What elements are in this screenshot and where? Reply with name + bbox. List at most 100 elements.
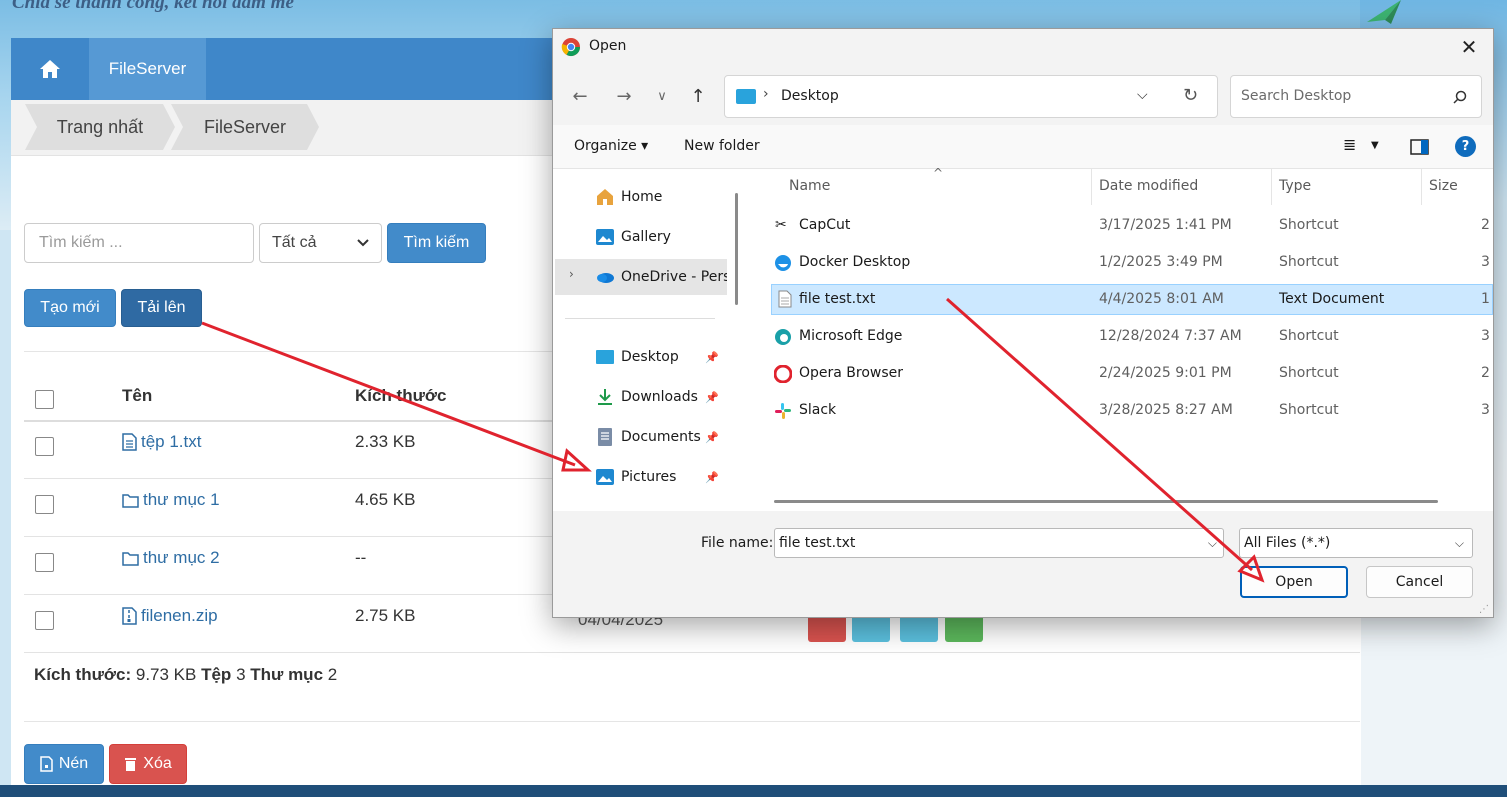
folder-summary: Kích thước: 9.73 KB Tệp 3 Thư mục 2 <box>34 665 337 685</box>
address-bar[interactable]: › Desktop ⌵ ↻ <box>724 75 1218 118</box>
row-name-text: thư mục 2 <box>143 548 220 567</box>
preview-pane-icon[interactable] <box>1410 139 1429 155</box>
nav-divider <box>565 318 715 319</box>
sort-ascending-icon: ^ <box>933 166 944 180</box>
search-input[interactable] <box>24 223 254 263</box>
back-arrow-icon[interactable]: ← <box>567 83 593 109</box>
table-row-size: -- <box>355 548 367 567</box>
file-text-icon <box>122 433 137 451</box>
file-zip-icon <box>122 607 137 625</box>
file-type-select[interactable]: All Files (*.*) ⌵ <box>1239 528 1473 558</box>
file-row-opera[interactable]: Opera Browser 2/24/2025 9:01 PM Shortcut… <box>771 359 1493 389</box>
column-separator <box>1271 169 1272 205</box>
column-header-name: Tên <box>122 386 153 405</box>
help-icon[interactable]: ? <box>1455 136 1476 157</box>
cancel-button[interactable]: Cancel <box>1366 566 1473 598</box>
nav-item-documents[interactable]: Documents 📌 <box>555 419 727 455</box>
nav-item-gallery[interactable]: Gallery <box>555 219 727 255</box>
file-row-slack[interactable]: Slack 3/28/2025 8:27 AM Shortcut 3 <box>771 396 1493 426</box>
table-row-name[interactable]: tệp 1.txt <box>122 432 201 452</box>
recent-locations-chevron-icon[interactable]: ∨ <box>649 83 675 109</box>
up-arrow-icon[interactable]: ↑ <box>685 83 711 109</box>
row-checkbox[interactable] <box>35 437 54 456</box>
summary-size-label: Kích thước: <box>34 665 132 684</box>
column-separator <box>1421 169 1422 205</box>
chevron-down-icon[interactable]: ⌵ <box>1208 536 1217 551</box>
forward-arrow-icon[interactable]: → <box>611 83 637 109</box>
table-row-name[interactable]: thư mục 1 <box>122 490 220 510</box>
table-row-name[interactable]: thư mục 2 <box>122 548 220 568</box>
file-zip-icon <box>40 756 53 772</box>
dialog-toolbar: Organize ▾ New folder ≣ ▼ ? <box>553 125 1493 169</box>
home-icon <box>597 189 613 205</box>
nav-fileserver[interactable]: FileServer <box>89 38 206 100</box>
breadcrumb-home[interactable]: Trang nhất <box>25 104 175 150</box>
col-header-date[interactable]: Date modified <box>1099 178 1198 194</box>
dialog-search-box[interactable]: Search Desktop <box>1230 75 1482 118</box>
desktop-icon <box>736 89 756 104</box>
filter-select[interactable]: Tất cả <box>259 223 382 263</box>
breadcrumb-chevron-icon: › <box>763 86 769 102</box>
summary-size-value: 9.73 KB <box>135 665 197 684</box>
pin-icon: 📌 <box>705 390 719 404</box>
compress-button[interactable]: Nén <box>24 744 104 784</box>
search-button[interactable]: Tìm kiếm <box>387 223 486 263</box>
row-name-text: tệp 1.txt <box>141 432 202 451</box>
file-name-input[interactable]: file test.txt ⌵ <box>774 528 1224 558</box>
compress-label: Nén <box>58 755 89 772</box>
pin-icon: 📌 <box>705 350 719 364</box>
file-list-scrollbar[interactable] <box>774 500 1438 503</box>
home-button[interactable] <box>11 38 89 100</box>
slack-icon <box>775 403 791 419</box>
documents-icon <box>598 428 612 446</box>
divider <box>24 721 1360 722</box>
nav-item-onedrive[interactable]: › OneDrive - Perso <box>555 259 727 295</box>
delete-label: Xóa <box>143 755 172 772</box>
pin-icon: 📌 <box>705 470 719 484</box>
dialog-address-row: ← → ∨ ↑ › Desktop ⌵ ↻ Search Desktop <box>553 65 1493 125</box>
nav-scrollbar[interactable] <box>735 193 738 305</box>
create-button[interactable]: Tạo mới <box>24 289 116 327</box>
filter-select-value: Tất cả <box>272 234 317 251</box>
edge-icon <box>775 329 791 345</box>
col-header-size[interactable]: Size <box>1429 178 1458 194</box>
delete-button[interactable]: Xóa <box>109 744 187 784</box>
row-checkbox[interactable] <box>35 495 54 514</box>
file-row-selected[interactable]: file test.txt 4/4/2025 8:01 AM Text Docu… <box>771 284 1493 315</box>
pictures-icon <box>596 469 614 485</box>
nav-item-downloads[interactable]: Downloads 📌 <box>555 379 727 415</box>
select-all-checkbox[interactable] <box>35 390 54 409</box>
search-icon <box>1453 90 1467 104</box>
open-file-dialog: Open ✕ ← → ∨ ↑ › Desktop ⌵ ↻ Search Desk… <box>552 28 1494 618</box>
view-chevron-icon[interactable]: ▼ <box>1371 140 1379 151</box>
table-row-size: 4.65 KB <box>355 490 416 509</box>
row-checkbox[interactable] <box>35 611 54 630</box>
nav-item-home[interactable]: Home <box>555 179 727 215</box>
row-checkbox[interactable] <box>35 553 54 572</box>
table-row-name[interactable]: filenen.zip <box>122 606 218 626</box>
home-icon <box>40 60 60 78</box>
upload-button[interactable]: Tải lên <box>121 289 202 327</box>
file-row-capcut[interactable]: ✂ CapCut 3/17/2025 1:41 PM Shortcut 2 <box>771 211 1493 241</box>
dialog-file-list: ^ Name Date modified Type Size ✂ CapCut … <box>753 166 1493 511</box>
refresh-icon[interactable]: ↻ <box>1183 85 1198 106</box>
col-header-name[interactable]: Name <box>789 178 830 194</box>
file-row-docker[interactable]: Docker Desktop 1/2/2025 3:49 PM Shortcut… <box>771 248 1493 278</box>
dialog-search-placeholder: Search Desktop <box>1241 88 1352 104</box>
nav-item-desktop[interactable]: Desktop 📌 <box>555 339 727 375</box>
open-button[interactable]: Open <box>1240 566 1348 598</box>
footer-bar <box>0 785 1507 797</box>
resize-grip-icon[interactable]: ⋰ <box>1479 604 1489 615</box>
nav-item-pictures[interactable]: Pictures 📌 <box>555 459 727 495</box>
file-row-edge[interactable]: Microsoft Edge 12/28/2024 7:37 AM Shortc… <box>771 322 1493 352</box>
address-dropdown-icon[interactable]: ⌵ <box>1137 87 1148 103</box>
col-header-type[interactable]: Type <box>1279 178 1311 194</box>
folder-icon <box>122 493 139 508</box>
new-folder-button[interactable]: New folder <box>684 138 760 154</box>
organize-menu[interactable]: Organize ▾ <box>574 138 648 154</box>
breadcrumb-fileserver[interactable]: FileServer <box>171 104 319 150</box>
expand-chevron-icon[interactable]: › <box>569 267 574 281</box>
view-list-icon[interactable]: ≣ <box>1343 135 1356 154</box>
close-icon[interactable]: ✕ <box>1457 35 1481 59</box>
column-separator <box>1091 169 1092 205</box>
